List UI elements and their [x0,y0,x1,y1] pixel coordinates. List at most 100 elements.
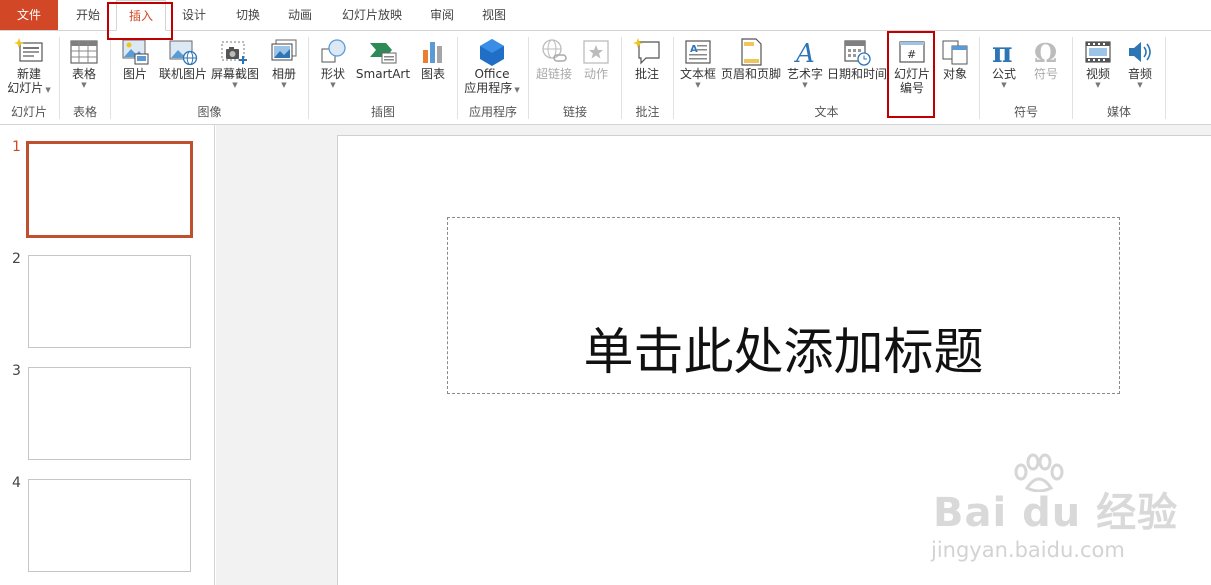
tab-slideshow[interactable]: 幻灯片放映 [332,0,412,31]
insert-ribbon: 新建 幻灯片 ▼ 表格 ▼ 图片 联机图片 屏幕截图 ▼ 相册 ▼ 形状 ▼ S… [0,30,1211,125]
ribbon-tab-bar: 文件 开始 插入 设计 切换 动画 幻灯片放映 审阅 视图 [0,0,1211,31]
svg-text:Ω: Ω [1034,39,1057,67]
screenshot-button[interactable]: 屏幕截图 ▼ [209,37,261,90]
smartart-icon [370,43,397,64]
slide-thumbnail-1[interactable] [26,141,193,238]
video-label: 视频 [1085,67,1110,81]
speaker-icon [1129,42,1151,62]
slide-thumbnail-pane: 1 2 3 4 [0,125,215,585]
online-picture-button[interactable]: 联机图片 [157,37,209,81]
photo-album-label: 相册 [271,67,296,81]
wordart-icon: A [794,39,815,67]
tab-design[interactable]: 设计 [170,0,218,31]
chevron-down-icon: ▼ [695,81,701,89]
slide-number-2: 2 [12,251,21,267]
tab-view[interactable]: 视图 [470,0,518,31]
chevron-down-icon: ▼ [281,81,287,89]
svg-text:A: A [794,39,815,67]
shapes-button[interactable]: 形状 ▼ [313,37,353,90]
picture-label: 图片 [122,67,147,81]
textbox-icon: A [685,40,711,64]
group-label-images: 图像 [197,105,222,119]
chevron-down-icon: ▼ [1137,81,1143,89]
hyperlink-label: 超链接 [535,67,572,81]
table-icon [70,40,98,64]
new-slide-button[interactable]: 新建 幻灯片 ▼ [3,37,55,97]
chevron-down-icon: ▼ [330,81,336,89]
chart-label: 图表 [420,67,445,81]
tab-home[interactable]: 开始 [64,0,112,31]
photo-album-button[interactable]: 相册 ▼ [263,37,305,90]
group-label-illustrations: 插图 [370,105,395,119]
title-placeholder-text: 单击此处添加标题 [583,323,984,381]
office-apps-label-2: 应用程序 ▼ [464,81,520,95]
hyperlink-button[interactable]: 超链接 [532,37,576,81]
table-button[interactable]: 表格 ▼ [63,37,105,90]
film-icon [1085,41,1111,63]
chevron-down-icon: ▼ [232,81,238,89]
hyperlink-icon [542,39,567,62]
group-label-media: 媒体 [1106,105,1131,119]
smartart-label: SmartArt [355,67,411,81]
symbol-button[interactable]: Ω 符号 [1026,37,1066,81]
object-label: 对象 [942,67,967,81]
header-footer-label: 页眉和页脚 [720,67,781,81]
group-label-tables: 表格 [72,105,97,119]
watermark-url: jingyan.baidu.com [931,538,1125,562]
action-button[interactable]: 动作 [577,37,615,81]
slide-number-3: 3 [12,363,21,379]
table-label: 表格 [71,67,96,81]
office-apps-button[interactable]: Office 应用程序 ▼ [460,37,524,97]
textbox-label: 文本框 [679,67,716,81]
picture-button[interactable]: 图片 [115,37,155,81]
object-button[interactable]: 对象 [936,37,974,81]
slide-number-highlight [887,31,935,118]
group-divider [1165,37,1166,119]
equation-label: 公式 [991,67,1016,81]
online-picture-icon [169,40,198,66]
chevron-down-icon: ▼ [81,81,87,89]
textbox-button[interactable]: A 文本框 ▼ [677,37,719,90]
chart-button[interactable]: 图表 [413,37,453,81]
new-slide-label-1: 新建 [16,67,41,81]
chevron-down-icon: ▼ [802,81,808,89]
header-footer-button[interactable]: 页眉和页脚 [719,37,783,81]
baidu-watermark: Bai du 经验 jingyan.baidu.com [925,452,1185,582]
comment-button[interactable]: 批注 [627,37,667,81]
screenshot-icon [221,41,247,64]
symbol-label: 符号 [1033,67,1058,81]
new-slide-label-2: 幻灯片 ▼ [7,81,51,95]
slide-number-1: 1 [12,139,21,155]
office-apps-label-1: Office [474,67,510,81]
slide-thumbnail-2[interactable] [28,255,191,348]
title-placeholder[interactable]: 单击此处添加标题 [447,217,1120,394]
tab-transitions[interactable]: 切换 [224,0,272,31]
slide-thumbnail-4[interactable] [28,479,191,572]
tab-review[interactable]: 审阅 [418,0,466,31]
chevron-down-icon: ▼ [1001,81,1007,89]
audio-button[interactable]: 音频 ▼ [1120,37,1160,90]
video-button[interactable]: 视频 ▼ [1078,37,1118,90]
tab-file[interactable]: 文件 [0,0,58,31]
date-time-button[interactable]: 日期和时间 [826,37,888,81]
insert-tab-highlight [107,2,173,40]
chevron-down-icon: ▼ [1095,81,1101,89]
online-picture-label: 联机图片 [158,67,207,81]
new-slide-icon [14,38,43,62]
slide-number-4: 4 [12,475,21,491]
shapes-icon [321,39,346,63]
group-label-apps: 应用程序 [468,105,517,119]
smartart-button[interactable]: SmartArt [355,37,411,81]
action-label: 动作 [583,67,608,81]
wordart-button[interactable]: A 艺术字 ▼ [785,37,825,90]
tab-animations[interactable]: 动画 [276,0,324,31]
group-label-links: 链接 [562,105,587,119]
wordart-label: 艺术字 [786,67,823,81]
equation-button[interactable]: π 公式 ▼ [984,37,1024,90]
omega-icon: Ω [1034,39,1057,67]
watermark-logo-text: Bai du 经验 [933,490,1179,536]
photo-album-icon [271,39,297,61]
chart-icon [423,42,442,63]
svg-text:A: A [690,44,698,55]
slide-thumbnail-3[interactable] [28,367,191,460]
